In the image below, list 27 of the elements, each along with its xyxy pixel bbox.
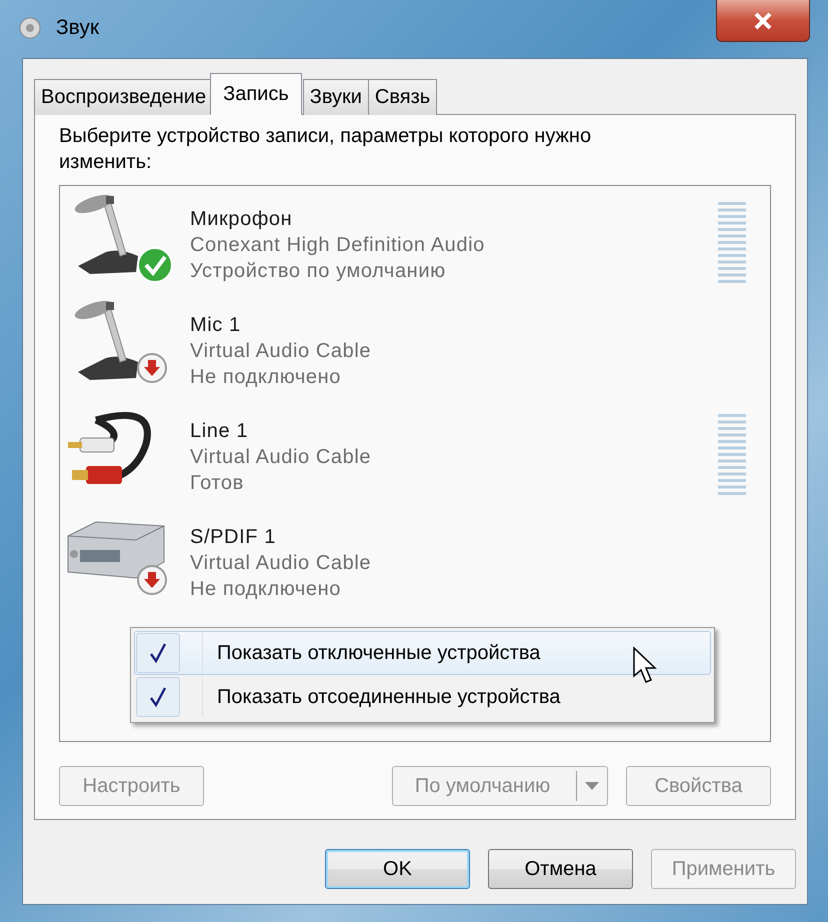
device-row[interactable]: S/PDIF 1 Virtual Audio Cable Не подключено — [60, 504, 770, 610]
device-status: Устройство по умолчанию — [190, 259, 447, 284]
tab[interactable]: Запись — [210, 73, 302, 115]
dialog-button[interactable]: Отмена — [488, 849, 633, 889]
instruction-text: Выберите устройство записи, параметры которого нужно изменить: — [59, 124, 592, 175]
mouse-cursor-icon — [632, 646, 658, 684]
device-row[interactable]: Line 1 Virtual Audio Cable Готов — [60, 398, 770, 504]
device-row[interactable]: Mic 1 Virtual Audio Cable Не подключено — [60, 292, 770, 398]
device-driver: Virtual Audio Cable — [190, 551, 372, 576]
device-name: S/PDIF 1 — [190, 525, 277, 550]
device-name: Line 1 — [190, 419, 250, 444]
tab[interactable]: Звуки — [302, 79, 369, 115]
dialog-button[interactable]: OK — [325, 849, 470, 889]
window-title: Звук — [56, 16, 100, 40]
device-status: Готов — [190, 471, 245, 496]
device-name: Mic 1 — [190, 313, 242, 338]
device-row[interactable]: Микрофон Conexant High Definition Audio Устройство по умолчанию — [60, 186, 770, 292]
device-driver: Conexant High Definition Audio — [190, 233, 485, 258]
device-driver: Virtual Audio Cable — [190, 445, 372, 470]
close-icon — [753, 12, 773, 30]
device-status: Не подключено — [190, 365, 342, 390]
tab[interactable]: Связь — [368, 79, 438, 115]
menu-item[interactable]: Показать отсоединенные устройства — [134, 675, 711, 719]
device-name: Микрофон — [190, 207, 294, 232]
close-button[interactable] — [716, 0, 810, 42]
device-status: Не подключено — [190, 577, 342, 602]
device-driver: Virtual Audio Cable — [190, 339, 372, 364]
